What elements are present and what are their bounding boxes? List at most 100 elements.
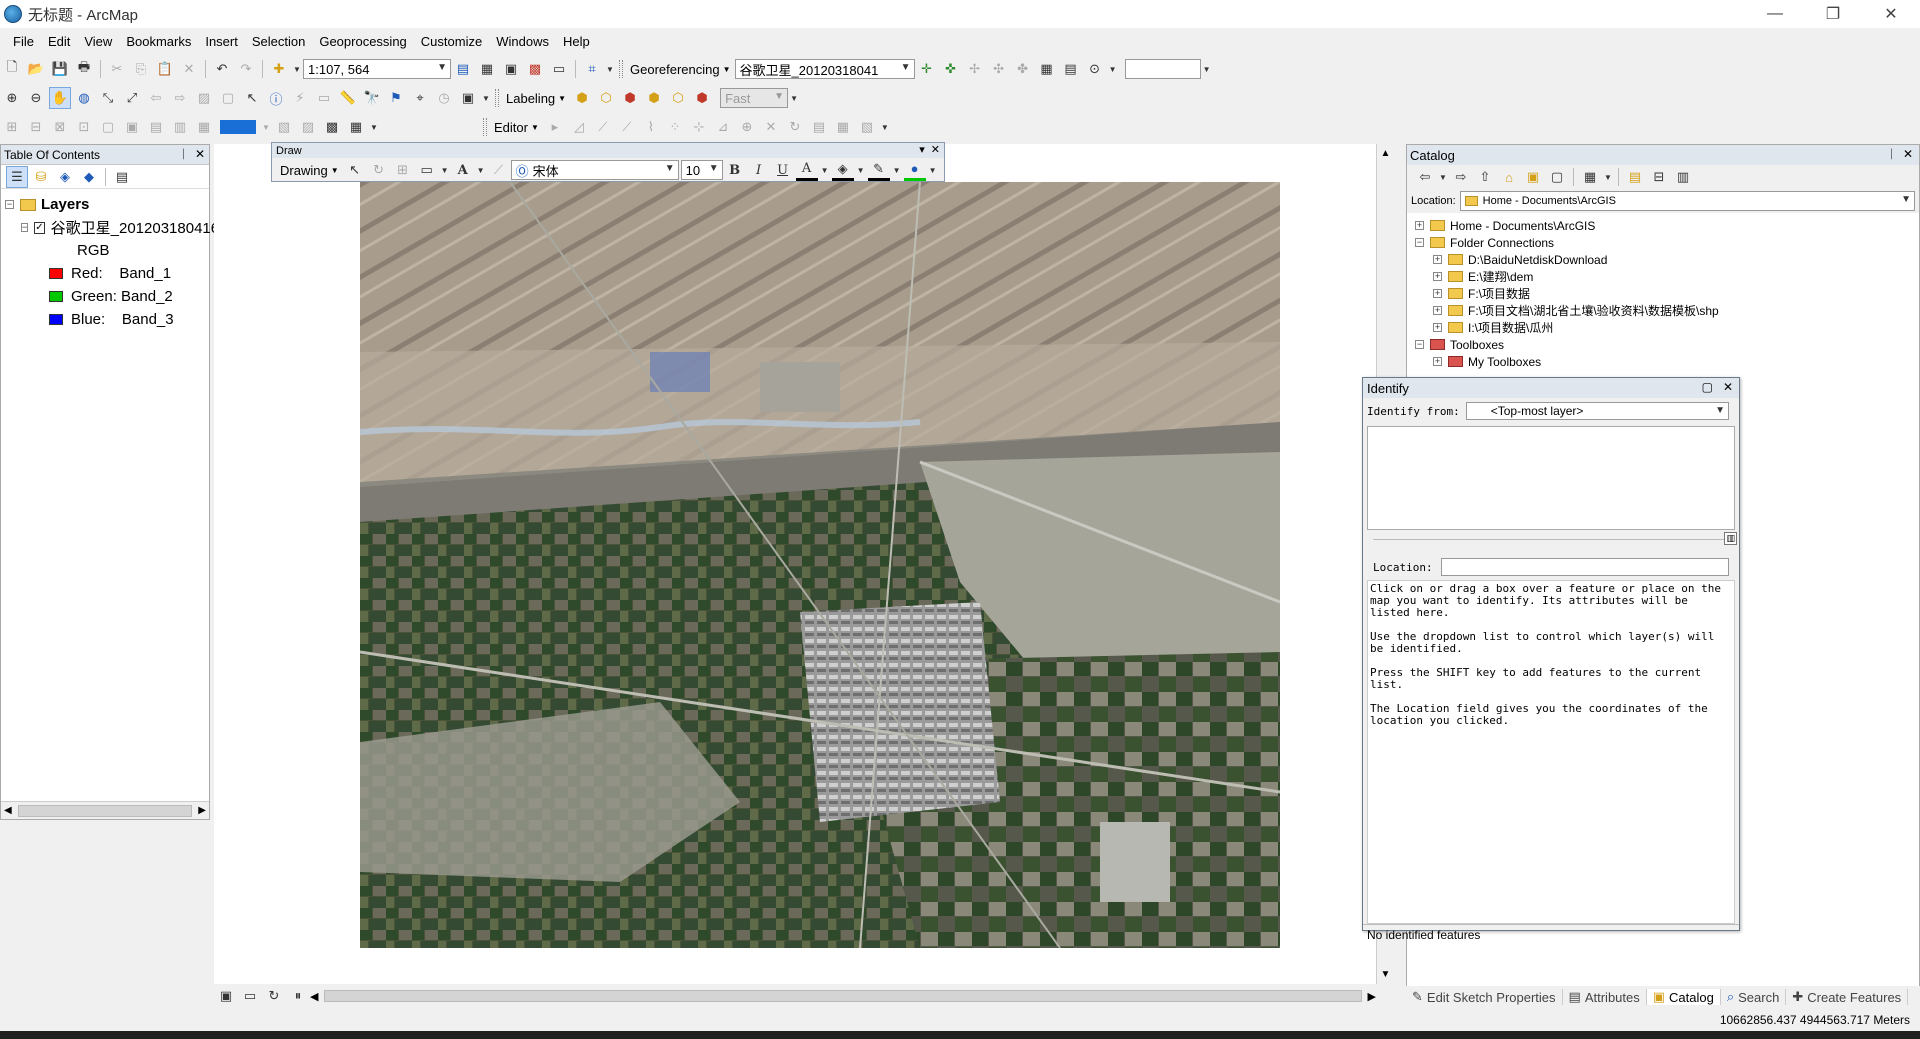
zoom-link-icon[interactable]: ⊙ [1084,58,1106,80]
pin-icon[interactable]: ᛁ [180,147,187,161]
editor-toolbar-icon[interactable]: ▤ [452,58,474,80]
up-one-level-icon[interactable]: ⇧ [1474,166,1496,188]
red-swatch[interactable] [49,268,63,279]
tab-catalog[interactable]: ▣ Catalog [1646,989,1721,1005]
attributes-edit-icon[interactable]: ▤ [808,116,830,138]
chevron-down-icon[interactable]: ▼ [892,159,902,181]
identify-from-combo[interactable]: <Top-most layer> ▼ [1465,402,1729,420]
label-priority-icon[interactable]: ⬢ [619,87,641,109]
layout-color-swatch[interactable] [220,120,256,134]
clear-selection-icon[interactable]: ▢ [217,87,239,109]
delete-icon[interactable]: ✕ [178,58,200,80]
catalog-node[interactable]: + I:\项目数据\瓜州 [1407,319,1919,336]
paste-icon[interactable]: 📋 [154,58,176,80]
chevron-down-icon[interactable]: ▾ [919,143,925,156]
catalog-options-icon[interactable]: ▥ [1672,166,1694,188]
zoom-100-icon[interactable]: ▢ [97,116,119,138]
label-weight-icon[interactable]: ⬢ [643,87,665,109]
close-button[interactable]: ✕ [1862,0,1920,28]
layer-visibility-checkbox[interactable]: ✓ [34,221,45,234]
auto-adjust-icon[interactable]: ✜ [940,58,962,80]
create-features-edit-icon[interactable]: ▧ [856,116,878,138]
expand-icon[interactable]: + [1433,272,1442,281]
collapse-icon[interactable]: − [5,200,14,209]
expand-icon[interactable]: + [1433,323,1442,332]
point-icon[interactable]: ⁘ [664,116,686,138]
collapse-icon[interactable]: − [1415,238,1424,247]
collapse-icon[interactable]: − [21,223,29,232]
close-icon[interactable]: ✕ [931,143,940,156]
line-color-icon[interactable]: ✎ [867,159,890,181]
tab-edit-sketch-properties[interactable]: ✎ Edit Sketch Properties [1406,989,1563,1005]
blue-swatch[interactable] [49,314,63,325]
add-data-dropdown-icon[interactable]: ▼ [292,58,302,80]
layout-view-icon[interactable]: ▭ [239,985,261,1007]
expand-icon[interactable]: + [1433,357,1442,366]
tab-create-features[interactable]: ✚ Create Features [1786,989,1909,1005]
zoom-out-icon[interactable]: ⊖ [25,87,47,109]
measure-icon[interactable]: 📏 [337,87,359,109]
edit-vertices-icon[interactable]: ⟋ [488,159,510,181]
shift-icon[interactable]: ✣ [988,58,1010,80]
layout-pan-icon[interactable]: ⊠ [49,116,71,138]
chevron-down-icon[interactable]: ▼ [440,159,450,181]
list-by-drawing-order-icon[interactable]: ☰ [6,165,28,188]
undo-icon[interactable]: ↶ [211,58,233,80]
catalog-node[interactable]: + Home - Documents\ArcGIS [1407,217,1919,234]
zoom-in-icon[interactable]: ⊕ [1,87,23,109]
catalog-window-icon[interactable]: ▣ [500,58,522,80]
list-by-source-icon[interactable]: ⛁ [30,166,52,188]
rotate-element-icon[interactable]: ↻ [368,159,390,181]
scroll-left-icon[interactable]: ◀ [4,805,12,816]
arctoolbox-icon[interactable]: ▩ [524,58,546,80]
scroll-thumb[interactable] [17,804,193,817]
straight-segment-icon[interactable]: ⟋ [592,116,614,138]
band-red[interactable]: Red: Band_1 [1,262,209,285]
disconnect-folder-icon[interactable]: ▢ [1546,166,1568,188]
fill-color-icon[interactable]: ◈ [831,159,854,181]
chevron-down-icon[interactable]: ▼ [856,159,866,181]
time-slider-icon[interactable]: ◷ [433,87,455,109]
python-window-icon[interactable]: ▭ [548,58,570,80]
view-unplaced-icon[interactable]: ⬡ [667,87,689,109]
toolbar-dropdown-icon[interactable]: ▼ [1108,58,1118,80]
edit-tool-icon[interactable]: ▸ [544,116,566,138]
text-icon[interactable]: A [452,159,474,181]
toolbar-dropdown-icon[interactable]: ▼ [789,87,799,109]
edit-vertices-icon[interactable]: ⊹ [688,116,710,138]
view-link-table-icon[interactable]: ▦ [1036,58,1058,80]
model-builder-icon[interactable]: ⌗ [581,58,603,80]
split-icon[interactable]: ✕ [760,116,782,138]
tab-attributes[interactable]: ▤ Attributes [1563,989,1647,1005]
add-data-icon[interactable]: ✚ [268,58,290,80]
pause-labeling-icon[interactable]: ⬢ [691,87,713,109]
menu-insert[interactable]: Insert [198,32,245,51]
home-icon[interactable]: ⌂ [1498,166,1520,188]
menu-windows[interactable]: Windows [489,32,556,51]
forward-extent-icon[interactable]: ⇨ [169,87,191,109]
chevron-down-icon[interactable]: ▼ [1438,166,1448,188]
bold-button[interactable]: B [724,159,746,181]
identify-location-field[interactable] [1440,558,1729,576]
chevron-down-icon[interactable]: ▼ [928,159,938,181]
list-by-visibility-icon[interactable]: ◈ [54,166,76,188]
layout-fixed-out-icon[interactable]: ▤ [145,116,167,138]
catalog-node[interactable]: − Folder Connections [1407,234,1919,251]
green-swatch[interactable] [49,291,63,302]
zoom-whole-page-icon[interactable]: ⊡ [73,116,95,138]
layout-toggle-icon[interactable]: ▥ [1724,532,1737,545]
toolbar-dropdown-icon[interactable]: ▼ [261,116,271,138]
scroll-down-icon[interactable]: ▼ [1381,969,1391,980]
toolbar-dropdown-icon[interactable]: ▼ [481,87,491,109]
back-icon[interactable]: ⇦ [1414,166,1436,188]
catalog-node[interactable]: + E:\建翔\dem [1407,268,1919,285]
select-elements-icon[interactable]: ↖ [241,87,263,109]
layout-zoom-in-icon[interactable]: ⊞ [1,116,23,138]
minimize-button[interactable]: — [1746,0,1804,28]
draw-toolbar-header[interactable]: Draw ▾ ✕ [272,143,944,158]
catalog-node[interactable]: + F:\项目数据 [1407,285,1919,302]
select-features-icon[interactable]: ▨ [193,87,215,109]
new-document-icon[interactable]: 🗋 [1,58,23,80]
expand-icon[interactable]: + [1433,306,1442,315]
menu-view[interactable]: View [77,32,119,51]
